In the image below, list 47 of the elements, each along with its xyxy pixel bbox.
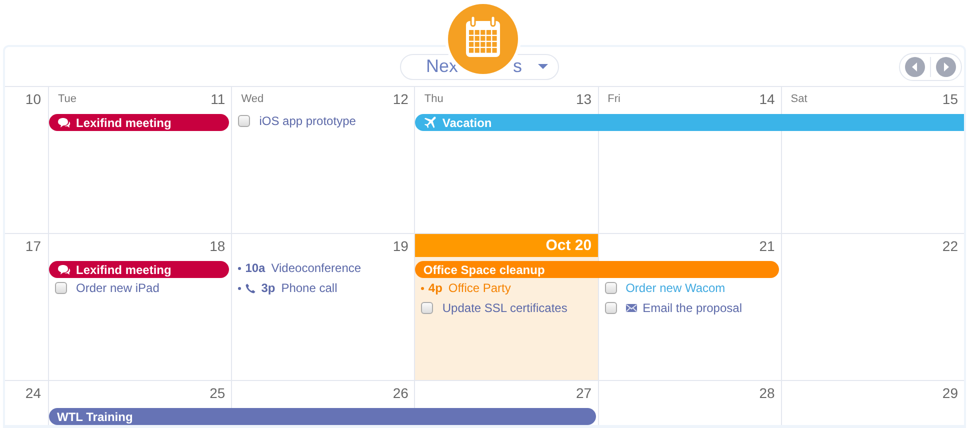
phone-icon <box>245 282 256 294</box>
day-number[interactable]: 22 <box>942 238 958 254</box>
weekday-label: Thu <box>424 92 444 104</box>
event-bar[interactable]: WTL Training <box>49 408 596 425</box>
bullet-dot <box>238 286 242 290</box>
checkbox[interactable] <box>604 302 617 314</box>
event-item[interactable]: Update SSL certificates <box>421 298 598 318</box>
day-number[interactable]: 27 <box>576 384 592 400</box>
caret-icon <box>538 64 548 69</box>
event-item[interactable]: Email the proposal <box>604 298 781 318</box>
speech-bubbles-icon <box>57 264 71 276</box>
day-number[interactable]: 14 <box>759 90 775 106</box>
day-number[interactable]: 28 <box>759 384 775 400</box>
day-number[interactable]: 21 <box>759 238 775 254</box>
bullet-dot <box>238 266 242 270</box>
event-item[interactable]: Order new iPad <box>55 278 232 298</box>
airplane-icon <box>423 116 438 129</box>
day-number[interactable]: 13 <box>576 90 592 106</box>
event-item[interactable]: 3p Phone call <box>238 278 414 298</box>
checkbox[interactable] <box>421 302 434 314</box>
day-number[interactable]: 18 <box>210 238 226 254</box>
day-number[interactable]: 12 <box>392 90 408 106</box>
checkbox[interactable] <box>238 115 250 127</box>
week-number: 24 <box>25 385 41 401</box>
event-item[interactable]: iOS app prototype <box>238 111 414 131</box>
event-bar[interactable]: Lexifind meeting <box>49 114 230 131</box>
day-number[interactable]: 25 <box>210 384 226 400</box>
envelope-icon <box>626 304 637 312</box>
weekday-label: Tue <box>58 92 77 104</box>
next-icon[interactable] <box>930 57 956 77</box>
weekday-label: Fri <box>608 92 620 104</box>
weekday-label: Sat <box>790 92 808 104</box>
event-item[interactable]: 10a Videoconference <box>238 258 414 278</box>
checkbox[interactable] <box>604 282 617 294</box>
bullet-dot <box>421 286 424 290</box>
weekday-label: Wed <box>241 92 264 104</box>
week-number: 10 <box>25 91 41 107</box>
day-number[interactable]: 26 <box>392 384 408 400</box>
week-number: 17 <box>25 238 41 254</box>
event-bar[interactable]: Lexifind meeting <box>49 261 230 278</box>
day-number[interactable]: 15 <box>942 90 958 106</box>
day-number[interactable]: 19 <box>392 238 408 254</box>
speech-bubbles-icon <box>57 116 71 128</box>
checkbox[interactable] <box>55 282 67 294</box>
day-number[interactable]: 29 <box>942 384 958 400</box>
day-number[interactable]: 11 <box>210 90 226 106</box>
previous-icon[interactable] <box>905 57 925 77</box>
